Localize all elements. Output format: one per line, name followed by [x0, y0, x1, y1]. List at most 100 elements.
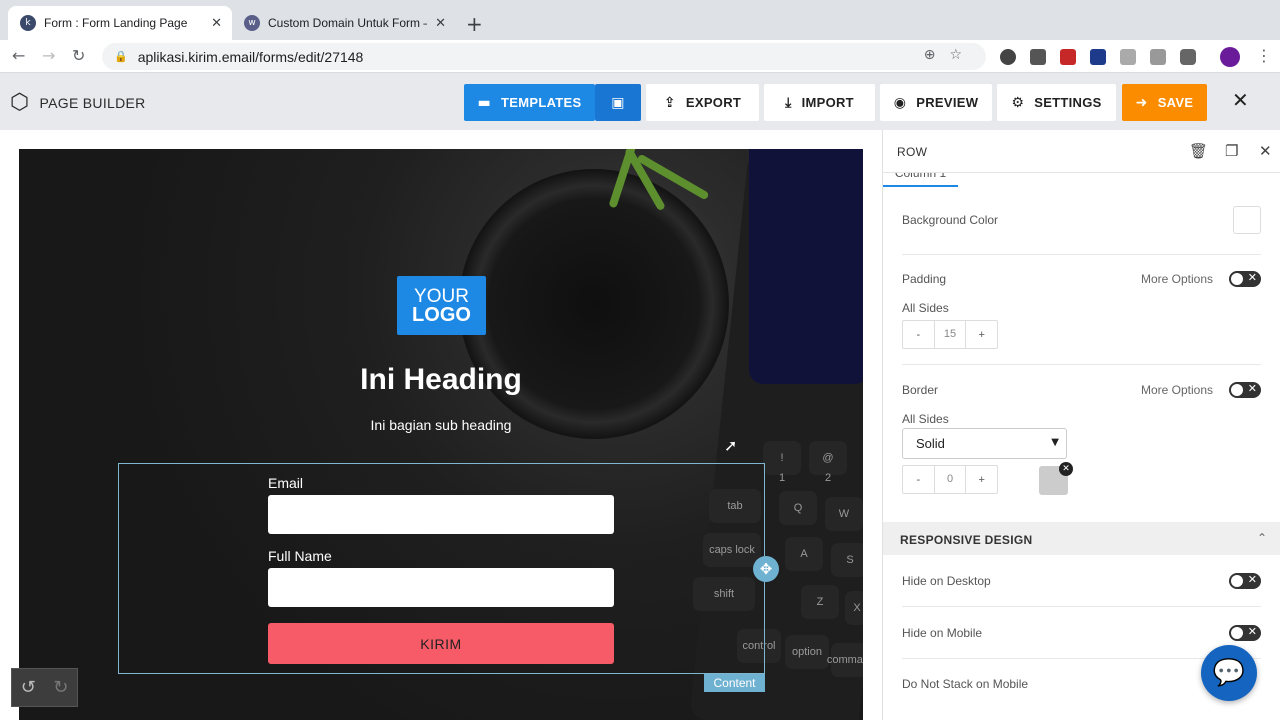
- preview-label: PREVIEW: [916, 95, 979, 110]
- keyboard-key: S: [831, 543, 863, 577]
- templates-button[interactable]: ▬ TEMPLATES: [464, 84, 595, 121]
- kirim-favicon-icon: k: [20, 15, 36, 31]
- extension-icon[interactable]: [1090, 49, 1106, 65]
- redo-icon[interactable]: ↻: [53, 677, 68, 698]
- divider: [902, 606, 1261, 607]
- border-style-select[interactable]: Solid ▼: [902, 428, 1067, 459]
- export-button[interactable]: ⇪ EXPORT: [646, 84, 759, 121]
- border-more-options-toggle[interactable]: ✕: [1229, 382, 1261, 398]
- clear-color-icon[interactable]: ✕: [1059, 462, 1073, 476]
- extension-icon[interactable]: [1150, 49, 1166, 65]
- divider: [902, 254, 1261, 255]
- move-handle-icon[interactable]: ✥: [753, 556, 779, 582]
- browser-tabbar: k Form : Form Landing Page ✕ w Custom Do…: [0, 0, 1280, 40]
- toggle-knob: [1231, 384, 1243, 396]
- padding-more-options-toggle[interactable]: ✕: [1229, 271, 1261, 287]
- settings-label: SETTINGS: [1034, 95, 1102, 110]
- import-button[interactable]: ⤓ IMPORT: [764, 84, 875, 121]
- chevron-up-icon[interactable]: ⌃: [1257, 531, 1267, 545]
- close-panel-icon[interactable]: ✕: [1259, 142, 1272, 160]
- no-stack-mobile-label: Do Not Stack on Mobile: [902, 677, 1029, 691]
- extension-icon[interactable]: [1030, 49, 1046, 65]
- padding-decrement-button[interactable]: -: [903, 329, 934, 341]
- extension-icon[interactable]: [1000, 49, 1016, 65]
- logo-block[interactable]: YOUR LOGO: [397, 276, 486, 335]
- border-more-options-label: More Options: [1141, 383, 1214, 397]
- chat-bubble-button[interactable]: 💬: [1201, 645, 1257, 701]
- background-color-label: Background Color: [902, 213, 999, 227]
- export-label: EXPORT: [685, 95, 742, 110]
- cube-logo-icon: ⬡: [10, 90, 30, 115]
- close-icon: ✕: [1247, 382, 1257, 395]
- url-field[interactable]: 🔒 aplikasi.kirim.email/forms/edit/27148 …: [102, 43, 986, 70]
- close-tab-icon[interactable]: ✕: [435, 16, 446, 31]
- reload-icon[interactable]: ↻: [72, 46, 85, 65]
- fullname-field[interactable]: [268, 568, 614, 607]
- eye-icon: ◉: [893, 94, 907, 111]
- template-icon: ▬: [477, 94, 492, 111]
- lock-icon: 🔒: [114, 50, 128, 63]
- wordpress-favicon-icon: w: [244, 15, 260, 31]
- background-color-swatch[interactable]: [1233, 206, 1261, 234]
- app-header: ⬡ PAGE BUILDER ▬ TEMPLATES ▣ ⇪ EXPORT ⤓ …: [0, 73, 1280, 130]
- close-icon: ✕: [1247, 271, 1257, 284]
- save-button[interactable]: ➜ SAVE: [1122, 84, 1207, 121]
- hide-mobile-toggle[interactable]: ✕: [1229, 625, 1261, 641]
- back-icon[interactable]: ←: [12, 46, 25, 65]
- url-text: aplikasi.kirim.email/forms/edit/27148: [137, 48, 364, 65]
- upload-icon: ⇪: [663, 94, 676, 111]
- close-icon: ✕: [1247, 573, 1257, 586]
- border-width-value[interactable]: 0: [933, 465, 967, 494]
- forward-icon[interactable]: →: [42, 46, 55, 65]
- settings-button[interactable]: ⚙ SETTINGS: [997, 84, 1116, 121]
- panel-title: ROW: [897, 145, 928, 159]
- keyboard-key: Z: [801, 585, 839, 619]
- browser-tab[interactable]: w Custom Domain Untuk Form – ✕: [232, 6, 456, 40]
- keyboard-key: Q: [779, 491, 817, 525]
- close-tab-icon[interactable]: ✕: [211, 16, 222, 31]
- border-increment-button[interactable]: +: [966, 474, 997, 486]
- logo-text-2: LOGO: [412, 303, 471, 326]
- kirim-submit-button[interactable]: KIRIM: [268, 623, 614, 664]
- keyboard-key: W: [825, 497, 863, 531]
- keyboard-key: option: [785, 635, 829, 669]
- duplicate-icon[interactable]: ❐: [1225, 142, 1238, 160]
- extension-icon[interactable]: [1060, 49, 1076, 65]
- hide-desktop-toggle[interactable]: ✕: [1229, 573, 1261, 589]
- keyboard-key: 1: [778, 472, 786, 484]
- preview-button[interactable]: ◉ PREVIEW: [880, 84, 992, 121]
- tab-column-1[interactable]: Column 1: [883, 173, 958, 187]
- responsive-design-section[interactable]: RESPONSIVE DESIGN ⌃: [883, 522, 1280, 555]
- undo-icon[interactable]: ↺: [21, 677, 36, 698]
- import-label: IMPORT: [801, 95, 854, 110]
- trash-icon[interactable]: 🗑: [1189, 142, 1208, 160]
- new-tab-icon[interactable]: +: [466, 12, 483, 36]
- arrow-circle-icon: ➜: [1135, 94, 1148, 111]
- divider: [902, 364, 1261, 365]
- email-field[interactable]: [268, 495, 614, 534]
- padding-value[interactable]: 15: [933, 320, 967, 349]
- email-label: Email: [268, 475, 304, 491]
- bookmark-star-icon[interactable]: ⊕☆: [924, 47, 976, 63]
- browser-tab-active[interactable]: k Form : Form Landing Page ✕: [8, 6, 232, 40]
- hide-desktop-label: Hide on Desktop: [902, 574, 991, 588]
- border-decrement-button[interactable]: -: [903, 474, 934, 486]
- close-builder-icon[interactable]: ✕: [1232, 88, 1249, 112]
- profile-avatar[interactable]: [1220, 47, 1240, 67]
- hero-heading[interactable]: Ini Heading: [19, 363, 863, 397]
- camera-icon[interactable]: [1120, 49, 1136, 65]
- content-tag[interactable]: Content: [704, 674, 765, 692]
- keyboard-key: 2: [824, 472, 832, 484]
- menu-kebab-icon[interactable]: ⋮: [1256, 46, 1272, 65]
- pocket-icon[interactable]: [1180, 49, 1196, 65]
- toggle-knob: [1231, 575, 1243, 587]
- border-width-stepper: - 0 +: [902, 465, 998, 494]
- keyboard-key: X: [845, 591, 863, 625]
- templates-label: TEMPLATES: [501, 95, 582, 110]
- hide-mobile-label: Hide on Mobile: [902, 626, 983, 640]
- save-floppy-button[interactable]: ▣: [595, 84, 641, 121]
- padding-increment-button[interactable]: +: [966, 329, 997, 341]
- chevron-down-icon: ▼: [1051, 437, 1059, 448]
- hero-subheading[interactable]: Ini bagian sub heading: [19, 417, 863, 433]
- gear-icon: ⚙: [1011, 94, 1025, 111]
